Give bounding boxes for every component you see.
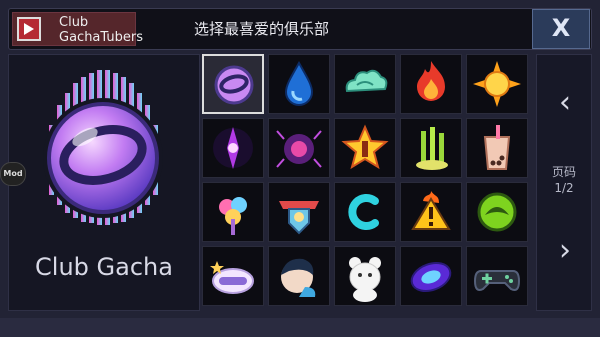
close-icon: X [551, 14, 571, 42]
club-option-fire[interactable] [400, 54, 462, 114]
club-option-sun[interactable] [466, 54, 528, 114]
bubble-tea-icon [483, 125, 511, 170]
bear-icon [349, 257, 381, 302]
candy-flower-icon [219, 197, 247, 235]
club-badge[interactable]: Club GachaTubers [12, 12, 143, 46]
play-icon [17, 17, 41, 41]
gamepad-icon [473, 270, 521, 291]
plant-sprouts-icon [416, 127, 448, 170]
club-option-spider[interactable] [268, 118, 330, 178]
club-option-gacha-orb[interactable] [202, 54, 264, 114]
page-nav: ‹ 页码 1/2 › [536, 54, 592, 311]
cloud-icon [345, 69, 388, 93]
club-option-gamepad[interactable] [466, 246, 528, 306]
club-name: Club GachaTubers [59, 15, 143, 45]
gacha-orb-icon [214, 65, 254, 105]
prev-page-button[interactable]: ‹ [537, 67, 593, 147]
club-option-letter-c[interactable] [334, 182, 396, 242]
star-number-one-icon [341, 124, 389, 170]
chevron-right-icon: › [559, 233, 571, 268]
club-option-crest[interactable] [268, 182, 330, 242]
blue-gem-icon [410, 261, 452, 293]
spider-skull-icon [276, 130, 322, 168]
green-dragon-icon [477, 192, 517, 232]
club-option-dragon[interactable] [466, 182, 528, 242]
letter-c-icon [348, 194, 379, 230]
club-option-bubble-tea[interactable] [466, 118, 528, 178]
club-logo [43, 70, 163, 225]
next-page-button[interactable]: › [537, 215, 593, 295]
club-option-candy[interactable] [202, 182, 264, 242]
mod-badge[interactable]: Mod [0, 162, 26, 186]
club-option-warning[interactable] [400, 182, 462, 242]
warning-sign-icon [411, 191, 451, 230]
club-option-water[interactable] [268, 54, 330, 114]
club-preview-panel: Club Gacha [8, 54, 200, 311]
club-option-bear[interactable] [334, 246, 396, 306]
chevron-left-icon: ‹ [559, 85, 571, 120]
club-icon-grid [202, 54, 532, 312]
fire-icon [417, 61, 445, 101]
club-option-star-one[interactable] [334, 118, 396, 178]
page-number: 1/2 [554, 181, 574, 195]
bottom-bar [0, 318, 600, 337]
sleep-mask-icon [210, 261, 254, 294]
crest-shield-icon [279, 201, 319, 235]
club-option-cloud[interactable] [334, 54, 396, 114]
club-option-gem[interactable] [400, 246, 462, 306]
club-option-mystic-eye[interactable] [202, 118, 264, 178]
page-title: 选择最喜爱的俱乐部 [194, 20, 330, 38]
club-option-plant[interactable] [400, 118, 462, 178]
club-option-sleep-mask[interactable] [202, 246, 264, 306]
club-label: Club Gacha [35, 253, 173, 281]
water-drop-icon [284, 60, 314, 106]
close-button[interactable]: X [532, 9, 590, 49]
mystic-eye-icon [213, 127, 253, 169]
character-head-icon [281, 258, 316, 297]
club-option-character[interactable] [268, 246, 330, 306]
page-label: 页码 [551, 165, 576, 179]
sun-icon [473, 61, 521, 107]
